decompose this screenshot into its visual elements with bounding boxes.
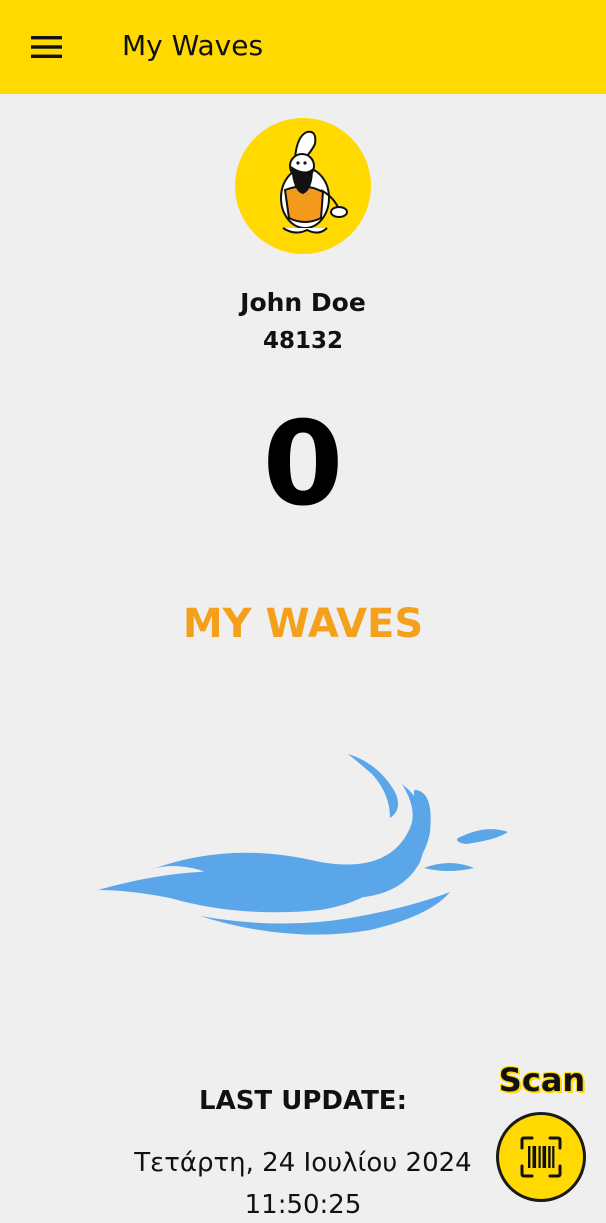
app-bar: My Waves: [0, 0, 606, 94]
wave-count: 0: [262, 397, 344, 532]
wave-splash-icon: [98, 754, 508, 935]
user-name: John Doe: [240, 288, 366, 317]
my-waves-title: MY WAVES: [182, 601, 424, 647]
barcode-scan-icon: [520, 1136, 562, 1178]
user-id: 48132: [262, 328, 344, 354]
page-title: My Waves: [122, 29, 264, 62]
wave-graphic: [90, 740, 520, 950]
scan-label: Scan: [498, 1061, 586, 1099]
caveman-mascot-icon: [280, 130, 348, 234]
hamburger-menu-icon: [31, 36, 62, 58]
avatar: [235, 118, 371, 254]
menu-button[interactable]: [24, 24, 70, 70]
scan-button[interactable]: [496, 1112, 586, 1202]
